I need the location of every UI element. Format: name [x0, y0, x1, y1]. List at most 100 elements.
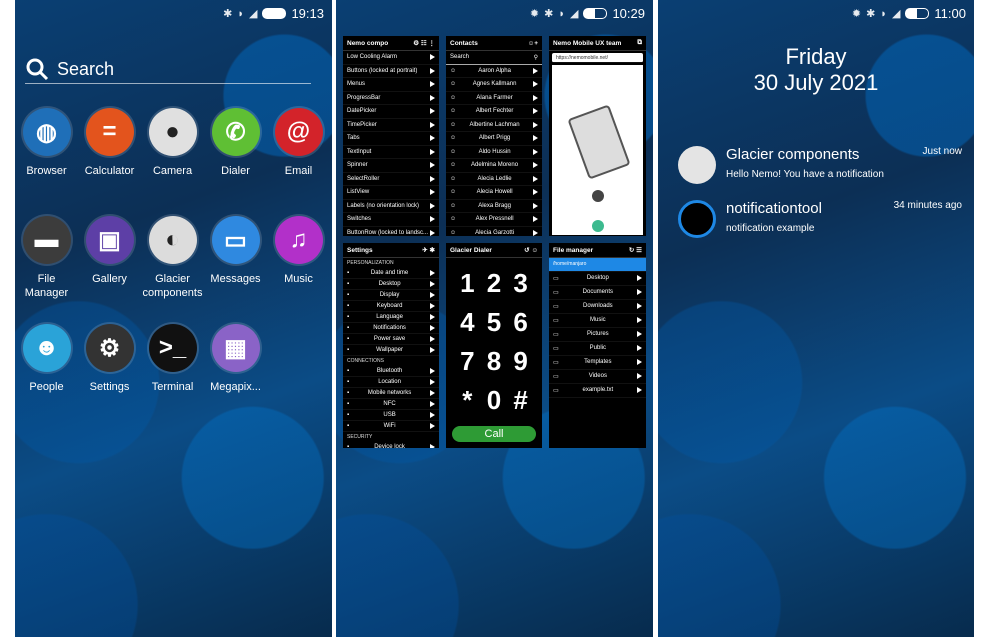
app-13[interactable]: ▦ Megapix... [204, 324, 267, 420]
list-item[interactable]: ▭ Downloads [549, 300, 646, 314]
app-2[interactable]: ● Camera [141, 108, 204, 204]
dial-key[interactable]: 4 [454, 307, 481, 338]
list-item[interactable]: ▭ Music [549, 314, 646, 328]
list-item[interactable]: Switches [343, 213, 439, 227]
file-manager-card[interactable]: File manager ↻ ☰ /home/manjaro ▭ Desktop ▭… [549, 243, 646, 448]
chevron-right-icon [430, 108, 435, 115]
dial-key[interactable]: 5 [481, 307, 508, 338]
list-item[interactable]: ▪ Power save [343, 334, 439, 345]
notification-item[interactable]: notificationtool notification example 34… [678, 200, 962, 238]
list-item[interactable]: Labels (no orientation lock) [343, 200, 439, 213]
list-item[interactable]: ☺ Alecia Garzotti [446, 227, 542, 237]
dial-key[interactable]: * [454, 385, 481, 416]
contacts-card[interactable]: Contacts ☺+ Search ⚲ ☺ Aaron Alpha ☺ Agnes … [446, 36, 542, 236]
list-item[interactable]: ☺ Alecia Ledlie [446, 173, 542, 186]
list-item[interactable]: ☺ Adelmina Moreno [446, 159, 542, 173]
item-icon: ▭ [553, 345, 559, 352]
contact-search[interactable]: Search [450, 54, 469, 60]
list-item[interactable]: Spinner [343, 159, 439, 173]
list-item[interactable]: ▭ Desktop [549, 272, 646, 286]
current-path: /home/manjaro [549, 258, 646, 272]
app-11[interactable]: ⚙ Settings [78, 324, 141, 420]
list-item[interactable]: ☺ Alexa Bragg [446, 200, 542, 213]
list-item[interactable]: ☺ Agnes Kallmann [446, 78, 542, 92]
list-item[interactable]: ▪ Date and time [343, 268, 439, 279]
item-icon: ☺ [450, 81, 457, 88]
dial-key[interactable]: 3 [507, 268, 534, 299]
list-item[interactable]: ▭ example.txt [549, 384, 646, 398]
list-item[interactable]: ▭ Videos [549, 370, 646, 384]
list-item[interactable]: ▭ Documents [549, 286, 646, 300]
dial-key[interactable]: 1 [454, 268, 481, 299]
app-7[interactable]: ◐ Glacier components [141, 216, 204, 312]
bluetooth-icon: ✱ [866, 8, 876, 20]
dial-key[interactable]: 9 [507, 346, 534, 377]
app-8[interactable]: ▭ Messages [204, 216, 267, 312]
list-item[interactable]: ButtonRow (locked to landsc... [343, 227, 439, 237]
browser-card[interactable]: Nemo Mobile UX team ⧉ https://nemomobile.… [549, 36, 646, 236]
search-bar[interactable]: Search [25, 55, 311, 84]
list-item[interactable]: ▭ Pictures [549, 328, 646, 342]
list-item[interactable]: ▪ Location [343, 377, 439, 388]
list-item[interactable]: TimePicker [343, 119, 439, 132]
call-button[interactable]: Call [452, 426, 536, 442]
list-item[interactable]: DatePicker [343, 105, 439, 119]
list-item[interactable]: ☺ Aldo Hussin [446, 146, 542, 159]
app-3[interactable]: ✆ Dialer [204, 108, 267, 204]
list-item[interactable]: ▪ NFC [343, 399, 439, 410]
settings-card[interactable]: Settings ✈ ✱ PERSONALIZATION ▪ Date and t… [343, 243, 439, 448]
nemo-components-card[interactable]: Nemo compo ⚙ ☷ ⋮ Low Cooling Alarm Buttons… [343, 36, 439, 236]
list-item[interactable]: ▪ Wallpaper [343, 345, 439, 356]
list-item[interactable]: Low Cooling Alarm [343, 51, 439, 65]
list-item[interactable]: ▭ Public [549, 342, 646, 356]
app-0[interactable]: ◍ Browser [15, 108, 78, 204]
dialer-card[interactable]: Glacier Dialer ↺ ☺ 1 2 3 4 5 6 7 8 9 * 0 # Call [446, 243, 542, 448]
app-10[interactable]: ☻ People [15, 324, 78, 420]
list-item[interactable]: ☺ Alex Pressnell [446, 213, 542, 227]
dial-key[interactable]: # [507, 385, 534, 416]
day-label: Friday [785, 44, 847, 69]
list-item[interactable]: Tabs [343, 132, 439, 146]
app-4[interactable]: @ Email [267, 108, 330, 204]
dial-key[interactable]: 7 [454, 346, 481, 377]
list-item[interactable]: ListView [343, 186, 439, 200]
list-item[interactable]: ▪ USB [343, 410, 439, 421]
app-5[interactable]: ▬ File Manager [15, 216, 78, 312]
app-12[interactable]: >_ Terminal [141, 324, 204, 420]
list-item[interactable]: ▭ Templates [549, 356, 646, 370]
list-item[interactable]: ☺ Albert Fechter [446, 105, 542, 119]
list-item[interactable]: ▪ WiFi [343, 421, 439, 432]
list-item[interactable]: ☺ Alana Farmer [446, 92, 542, 105]
app-6[interactable]: ▣ Gallery [78, 216, 141, 312]
dial-key[interactable]: 0 [481, 385, 508, 416]
list-item[interactable]: ▪ Language [343, 312, 439, 323]
list-item[interactable]: ▪ Keyboard [343, 301, 439, 312]
dial-key[interactable]: 6 [507, 307, 534, 338]
list-item-label: Labels (no orientation lock) [347, 202, 420, 209]
list-item[interactable]: Buttons (locked at portrait) [343, 65, 439, 78]
list-item[interactable]: TextInput [343, 146, 439, 159]
status-bar: ✹ ✱ ◗ ◢ 11:00 [852, 6, 966, 21]
app-9[interactable]: ♫ Music [267, 216, 330, 312]
settings-list: ▪ Date and time ▪ Desktop ▪ Display ▪ Keybo… [343, 268, 439, 356]
list-item[interactable]: ☺ Alecia Howell [446, 186, 542, 200]
app-1[interactable]: = Calculator [78, 108, 141, 204]
list-item[interactable]: Menus [343, 78, 439, 92]
list-item[interactable]: ☺ Albert Prigg [446, 132, 542, 146]
list-item-label: Public [589, 345, 606, 351]
dial-key[interactable]: 8 [481, 346, 508, 377]
list-item[interactable]: ▪ Bluetooth [343, 366, 439, 377]
list-item[interactable]: ☺ Aaron Alpha [446, 65, 542, 78]
list-item[interactable]: ▪ Mobile networks [343, 388, 439, 399]
list-item[interactable]: ▪ Device lock [343, 442, 439, 448]
list-item[interactable]: ProgressBar [343, 92, 439, 105]
list-item-label: Albert Fechter [475, 108, 514, 115]
dial-key[interactable]: 2 [481, 268, 508, 299]
list-item[interactable]: ☺ Albertine Lachman [446, 119, 542, 132]
list-item[interactable]: ▪ Notifications [343, 323, 439, 334]
list-item[interactable]: ▪ Display [343, 290, 439, 301]
list-item[interactable]: ▪ Desktop [343, 279, 439, 290]
notification-item[interactable]: Glacier components Hello Nemo! You have … [678, 146, 962, 184]
list-item[interactable]: SelectRoller [343, 173, 439, 186]
url-field[interactable]: https://nemomobile.net/ [552, 53, 643, 63]
